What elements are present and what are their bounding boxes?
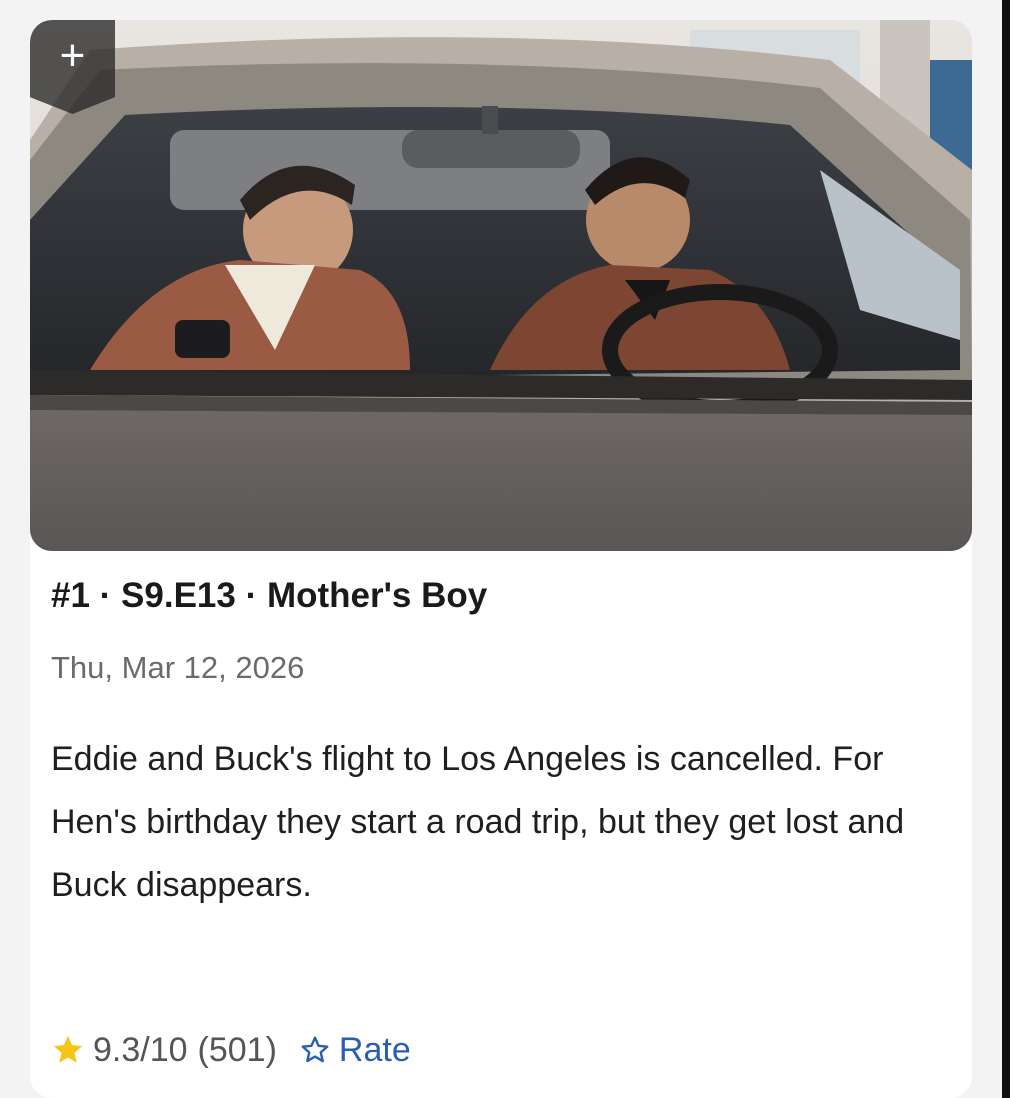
plus-icon: + [59, 31, 86, 80]
episode-card[interactable]: + #1 · S9.E13 · Mother's Boy Thu, Mar 12… [30, 20, 972, 1098]
rating-count: (501) [197, 1030, 277, 1069]
episode-thumbnail[interactable]: + [30, 20, 972, 551]
rate-label: Rate [338, 1030, 411, 1069]
rate-button[interactable]: Rate [299, 1031, 411, 1070]
edge-strip [1002, 0, 1010, 1098]
episode-still-image [30, 20, 972, 551]
rating-row: 9.3/10 (501) Rate [51, 1025, 411, 1075]
add-to-watchlist-button[interactable]: + [30, 20, 115, 114]
star-outline-icon [301, 1036, 329, 1063]
episode-title[interactable]: #1 · S9.E13 · Mother's Boy [51, 576, 487, 616]
episode-description: Eddie and Buck's flight to Los Angeles i… [51, 740, 905, 904]
star-filled-icon [53, 1035, 83, 1063]
episode-air-date: Thu, Mar 12, 2026 [51, 650, 305, 685]
rating-value: 9.3/10 [93, 1030, 188, 1069]
